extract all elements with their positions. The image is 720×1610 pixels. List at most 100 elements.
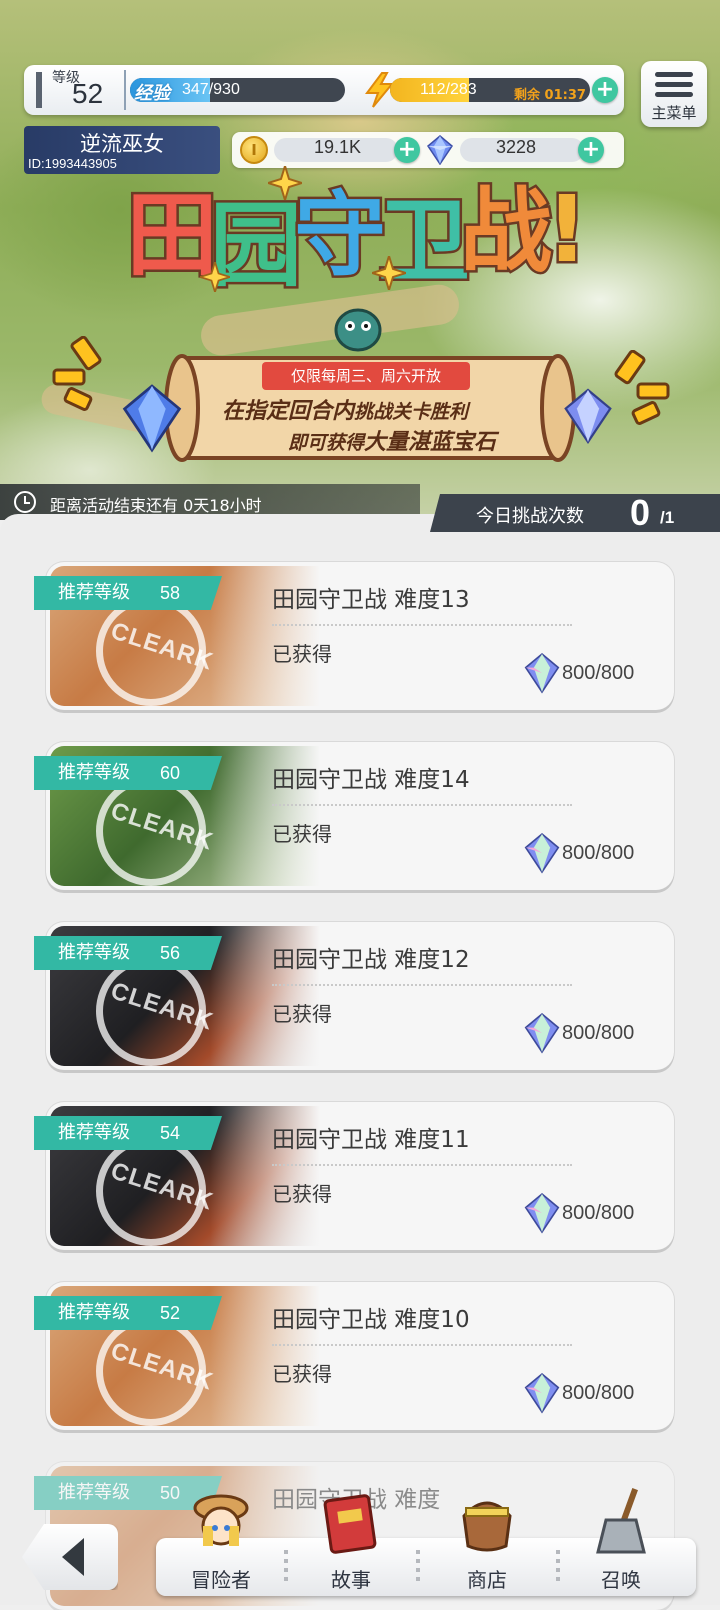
adventurer-icon bbox=[193, 1494, 249, 1546]
recommended-level-tag: 推荐等级 60 bbox=[34, 756, 222, 790]
event-desc-part: 在指定回合内 bbox=[222, 399, 355, 424]
stamina-timer: 剩余 01:37 bbox=[514, 88, 586, 102]
clear-stamp-text: CLEARK bbox=[107, 1337, 217, 1396]
gem-reward-icon bbox=[524, 1372, 560, 1414]
sparkle-icon bbox=[200, 262, 230, 292]
rec-level-label: 推荐等级 bbox=[58, 582, 130, 603]
title-separator bbox=[272, 984, 572, 986]
main-menu-button[interactable]: 主菜单 bbox=[641, 61, 707, 127]
event-title-logo: 田 园 守 卫 战 ! bbox=[123, 174, 598, 316]
coin-icon: I bbox=[240, 136, 268, 164]
stage-card[interactable]: CLEARK 推荐等级 52 田园守卫战 难度10 已获得 800/800 bbox=[34, 1282, 674, 1430]
event-desc-line2: 即可获得大量湛蓝宝石 bbox=[288, 424, 496, 456]
recommended-level-tag: 推荐等级 54 bbox=[34, 1116, 222, 1150]
clear-stamp-icon: CLEARK bbox=[96, 776, 217, 886]
gem-icon bbox=[427, 135, 453, 165]
player-name: 逆流巫女 bbox=[80, 132, 164, 156]
shop-bag-icon bbox=[462, 1501, 512, 1552]
clear-stamp-icon: CLEARK bbox=[96, 956, 217, 1066]
stage-reward: 800/800 bbox=[562, 662, 635, 684]
challenge-count-label: 今日挑战次数 bbox=[476, 506, 584, 527]
nav-shop[interactable]: 商店 bbox=[422, 1501, 552, 1596]
gem-reward-icon bbox=[524, 832, 560, 874]
rec-level-label: 推荐等级 bbox=[58, 942, 130, 963]
rec-level-value: 52 bbox=[160, 1303, 181, 1323]
back-arrow-icon bbox=[62, 1538, 84, 1576]
rec-level-label: 推荐等级 bbox=[58, 1482, 130, 1503]
coin-amount: 19.1K bbox=[314, 137, 362, 157]
recommended-level-tag: 推荐等级 56 bbox=[34, 936, 222, 970]
title-separator bbox=[272, 804, 572, 806]
stage-card[interactable]: CLEARK 推荐等级 60 田园守卫战 难度14 已获得 800/800 bbox=[34, 742, 674, 890]
nav-label: 召唤 bbox=[601, 1568, 641, 1592]
exp-tag: 经验 bbox=[134, 83, 170, 102]
title-separator bbox=[272, 624, 572, 626]
gem-reward-icon bbox=[524, 1012, 560, 1054]
level-value: 52 bbox=[72, 78, 104, 109]
stage-reward: 800/800 bbox=[562, 1202, 635, 1224]
stage-title: 田园守卫战 难度10 bbox=[272, 1307, 470, 1333]
stage-title: 田园守卫战 难度12 bbox=[272, 947, 470, 973]
stage-card[interactable]: CLEARK 推荐等级 56 田园守卫战 难度12 已获得 800/800 bbox=[34, 922, 674, 1070]
stamina-text: 112/283 bbox=[420, 81, 477, 98]
stage-card[interactable]: CLEARK 推荐等级 58 田园守卫战 难度13 已获得 800/800 bbox=[34, 562, 674, 710]
stage-status: 已获得 bbox=[272, 1362, 332, 1386]
rec-level-value: 54 bbox=[160, 1123, 181, 1143]
nav-label: 商店 bbox=[467, 1568, 507, 1592]
event-desc-part: 挑战关卡胜利 bbox=[354, 401, 469, 423]
event-banner: 等级 52 经验 347/930 112/283 剩余 01:37 + 主菜单 … bbox=[0, 0, 720, 520]
rec-level-value: 60 bbox=[160, 763, 181, 783]
summon-broom-icon bbox=[596, 1488, 646, 1554]
exp-text: 347/930 bbox=[182, 81, 240, 98]
rec-level-label: 推荐等级 bbox=[58, 1302, 130, 1323]
nav-adventurer[interactable]: 冒险者 bbox=[156, 1494, 286, 1596]
sparkle-icon bbox=[268, 166, 302, 200]
stage-status: 已获得 bbox=[272, 1002, 332, 1026]
logo-char: ! bbox=[544, 174, 591, 286]
story-book-icon bbox=[323, 1494, 377, 1554]
recommended-level-tag: 推荐等级 52 bbox=[34, 1296, 222, 1330]
stage-reward: 800/800 bbox=[562, 1382, 635, 1404]
nav-label: 冒险者 bbox=[191, 1568, 251, 1592]
event-desc-line1: 在指定回合内挑战关卡胜利 bbox=[222, 393, 468, 425]
logo-char: 战 bbox=[457, 176, 554, 288]
rec-level-value: 50 bbox=[160, 1483, 181, 1503]
clear-stamp-icon: CLEARK bbox=[96, 1136, 217, 1246]
stage-card[interactable]: CLEARK 推荐等级 54 田园守卫战 难度11 已获得 800/800 bbox=[34, 1102, 674, 1250]
stage-title: 田园守卫战 难度11 bbox=[272, 1127, 470, 1153]
challenge-count: 今日挑战次数 0 /1 bbox=[430, 494, 720, 532]
stamina-bar: 112/283 剩余 01:37 bbox=[390, 78, 590, 102]
burst-lines-icon bbox=[614, 350, 670, 425]
burst-lines-icon bbox=[52, 336, 102, 411]
challenge-count-max: /1 bbox=[660, 508, 675, 527]
gem-amount: 3228 bbox=[496, 137, 537, 157]
stage-reward: 800/800 bbox=[562, 842, 635, 864]
exp-bar: 经验 347/930 bbox=[130, 78, 345, 102]
add-gems-button[interactable]: + bbox=[578, 137, 604, 163]
clear-stamp-icon: CLEARK bbox=[96, 1316, 217, 1426]
clear-stamp-icon: CLEARK bbox=[96, 596, 217, 706]
player-id: ID:1993443905 bbox=[28, 156, 117, 171]
gem-reward-icon bbox=[524, 652, 560, 694]
clock-icon bbox=[14, 491, 36, 513]
stage-status: 已获得 bbox=[272, 642, 332, 666]
nav-story[interactable]: 故事 bbox=[286, 1494, 416, 1596]
blue-gem-icon bbox=[564, 388, 612, 445]
rec-level-value: 56 bbox=[160, 943, 181, 963]
rec-level-value: 58 bbox=[160, 583, 181, 603]
player-name-box[interactable]: 逆流巫女 ID:1993443905 bbox=[24, 126, 220, 174]
currency-bar: I 19.1K + 3228 + bbox=[232, 132, 624, 168]
recommended-level-tag: 推荐等级 58 bbox=[34, 576, 222, 610]
add-stamina-button[interactable]: + bbox=[592, 77, 618, 103]
clear-stamp-text: CLEARK bbox=[107, 617, 217, 676]
rec-level-label: 推荐等级 bbox=[58, 1122, 130, 1143]
stage-title: 田园守卫战 难度13 bbox=[272, 587, 470, 613]
main-menu-label: 主菜单 bbox=[651, 104, 697, 122]
add-coins-button[interactable]: + bbox=[394, 137, 420, 163]
clear-stamp-text: CLEARK bbox=[107, 797, 217, 856]
bottom-nav: 冒险者 故事 商店 召唤 bbox=[156, 1488, 696, 1596]
nav-summon[interactable]: 召唤 bbox=[556, 1488, 686, 1596]
status-divider bbox=[124, 70, 126, 110]
event-desc-part: 即可获得 bbox=[288, 432, 365, 454]
stage-status: 已获得 bbox=[272, 1182, 332, 1206]
